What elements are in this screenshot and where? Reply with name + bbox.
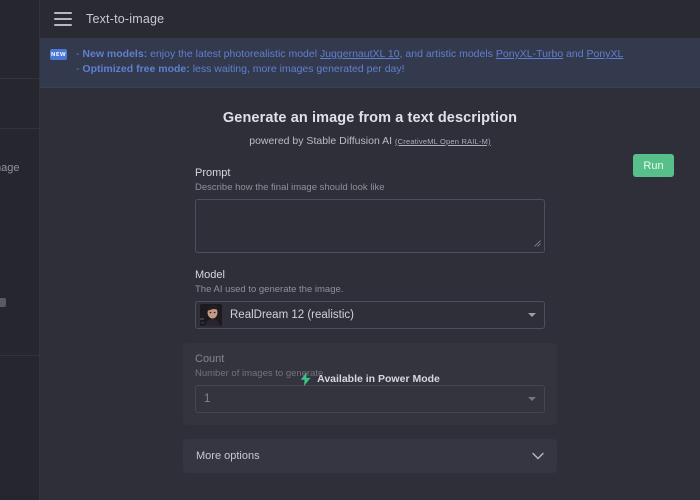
heading-title: Generate an image from a text descriptio…: [222, 110, 518, 126]
prompt-help: Describe how the final image should look…: [195, 182, 385, 193]
run-button[interactable]: Run: [633, 154, 674, 177]
banner-line-new-models: - New models: enjoy the latest photoreal…: [76, 47, 623, 62]
banner-text: - New models: enjoy the latest photoreal…: [76, 47, 623, 77]
more-options-label: More options: [196, 450, 260, 462]
model-help: The AI used to generate the image.: [195, 284, 344, 295]
chevron-down-icon: [528, 397, 536, 401]
model-section: Model The AI used to generate the image.: [195, 269, 545, 329]
banner-body-text: , and artistic models: [399, 48, 496, 60]
power-mode-label: Available in Power Mode: [317, 373, 440, 385]
heading-subtitle-text: powered by Stable Diffusion AI: [249, 135, 393, 147]
app-surface: Text-to-image NEW - New models: enjoy th…: [40, 0, 700, 500]
link-ponyxl[interactable]: PonyXL: [587, 48, 624, 60]
count-label: Count: [195, 353, 225, 365]
chevron-down-icon: [528, 313, 536, 317]
heading-subtitle: powered by Stable Diffusion AI (Creative…: [40, 135, 700, 147]
model-select[interactable]: RealDream 12 (realistic): [195, 301, 545, 329]
drawer-clipped-chip: [0, 298, 6, 307]
model-selected-value: RealDream 12 (realistic): [230, 309, 354, 321]
banner-bullet: -: [76, 48, 80, 60]
banner-body-text: less waiting, more images generated per …: [189, 63, 405, 75]
prompt-input[interactable]: [195, 199, 545, 253]
page-title: Text-to-image: [86, 12, 165, 26]
chevron-down-icon: [532, 452, 544, 460]
banner-bullet: -: [76, 63, 80, 75]
banner-line-title: Optimized free mode: [82, 63, 187, 75]
banner-body-text: and: [563, 48, 587, 60]
background-drawer: mage :: [0, 0, 40, 500]
more-options-toggle[interactable]: More options: [183, 439, 557, 473]
announcement-banner: NEW - New models: enjoy the latest photo…: [40, 38, 700, 88]
banner-body-text: enjoy the latest photorealistic model: [147, 48, 320, 60]
power-mode-overlay: Available in Power Mode: [300, 372, 440, 386]
top-bar: Text-to-image: [40, 0, 700, 38]
drawer-divider: [0, 128, 39, 129]
license-link[interactable]: (CreativeML Open RAIL-M): [395, 137, 491, 146]
main-content: Generate an image from a text descriptio…: [40, 88, 700, 473]
link-ponyxl-turbo[interactable]: PonyXL-Turbo: [496, 48, 563, 60]
count-section: Count Number of images to generate 1 Ava…: [183, 343, 557, 425]
banner-line-free-mode: - Optimized free mode: less waiting, mor…: [76, 62, 623, 77]
drawer-divider: [0, 78, 39, 79]
drawer-divider: [0, 355, 39, 356]
lightning-bolt-icon: [300, 372, 311, 386]
count-select: 1: [195, 385, 545, 413]
drawer-clipped-text: :: [0, 272, 1, 284]
model-label: Model: [195, 269, 225, 281]
hamburger-icon[interactable]: [54, 12, 72, 26]
banner-line-title: New models: [82, 48, 144, 60]
link-juggernautxl[interactable]: JuggernautXL 10: [320, 48, 400, 60]
drawer-clipped-text: mage: [0, 162, 20, 174]
model-thumbnail-portrait: [200, 304, 222, 326]
prompt-label: Prompt: [195, 167, 231, 179]
count-selected-value: 1: [204, 393, 211, 405]
page-headings: Generate an image from a text descriptio…: [40, 110, 700, 147]
prompt-section: Prompt Describe how the final image shou…: [195, 167, 545, 253]
new-badge: NEW: [50, 49, 67, 60]
generation-form: Prompt Describe how the final image shou…: [183, 167, 557, 473]
